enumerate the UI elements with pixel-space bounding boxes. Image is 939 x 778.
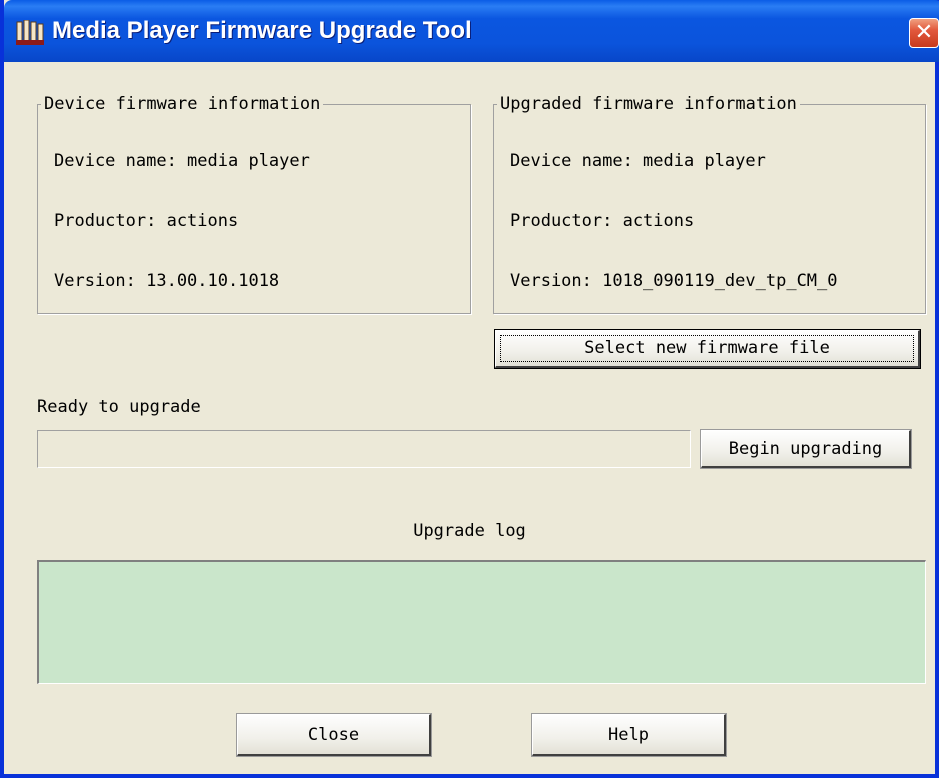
help-button[interactable]: Help (531, 713, 727, 757)
upgraded-productor-label: Productor: actions (510, 211, 695, 231)
window-close-button[interactable]: ✕ (909, 18, 939, 48)
upgrade-log-content (39, 562, 925, 570)
help-button-label: Help (608, 725, 649, 745)
firmware-upgrade-window: Media Player Firmware Upgrade Tool ✕ Dev… (0, 0, 939, 778)
upgrade-log-area[interactable] (37, 560, 926, 684)
device-name-label: Device name: media player (54, 151, 310, 171)
device-firmware-group: Device firmware information Device name:… (37, 93, 471, 314)
device-productor-label: Productor: actions (54, 211, 239, 231)
close-button[interactable]: Close (236, 713, 432, 757)
upgrade-log-title: Upgrade log (413, 521, 526, 541)
upgraded-version-label: Version: 1018_090119_dev_tp_CM_0 (510, 271, 838, 291)
device-version-label: Version: 13.00.10.1018 (54, 271, 280, 291)
app-icon (16, 20, 44, 45)
upgraded-firmware-group: Upgraded firmware information Device nam… (493, 93, 926, 314)
upgraded-firmware-legend: Upgraded firmware information (497, 93, 800, 115)
window-title: Media Player Firmware Upgrade Tool (52, 17, 472, 44)
select-firmware-file-button[interactable]: Select new firmware file (494, 329, 921, 369)
close-button-label: Close (307, 725, 360, 745)
device-firmware-legend: Device firmware information (41, 93, 324, 115)
begin-upgrading-label: Begin upgrading (728, 439, 883, 459)
title-bar[interactable]: Media Player Firmware Upgrade Tool ✕ (4, 0, 939, 62)
select-firmware-file-label: Select new firmware file (584, 338, 830, 358)
status-text: Ready to upgrade (37, 397, 201, 417)
upgrade-progress-bar (37, 430, 691, 468)
begin-upgrading-button[interactable]: Begin upgrading (700, 429, 912, 469)
upgraded-device-name-label: Device name: media player (510, 151, 766, 171)
close-icon: ✕ (914, 20, 934, 45)
